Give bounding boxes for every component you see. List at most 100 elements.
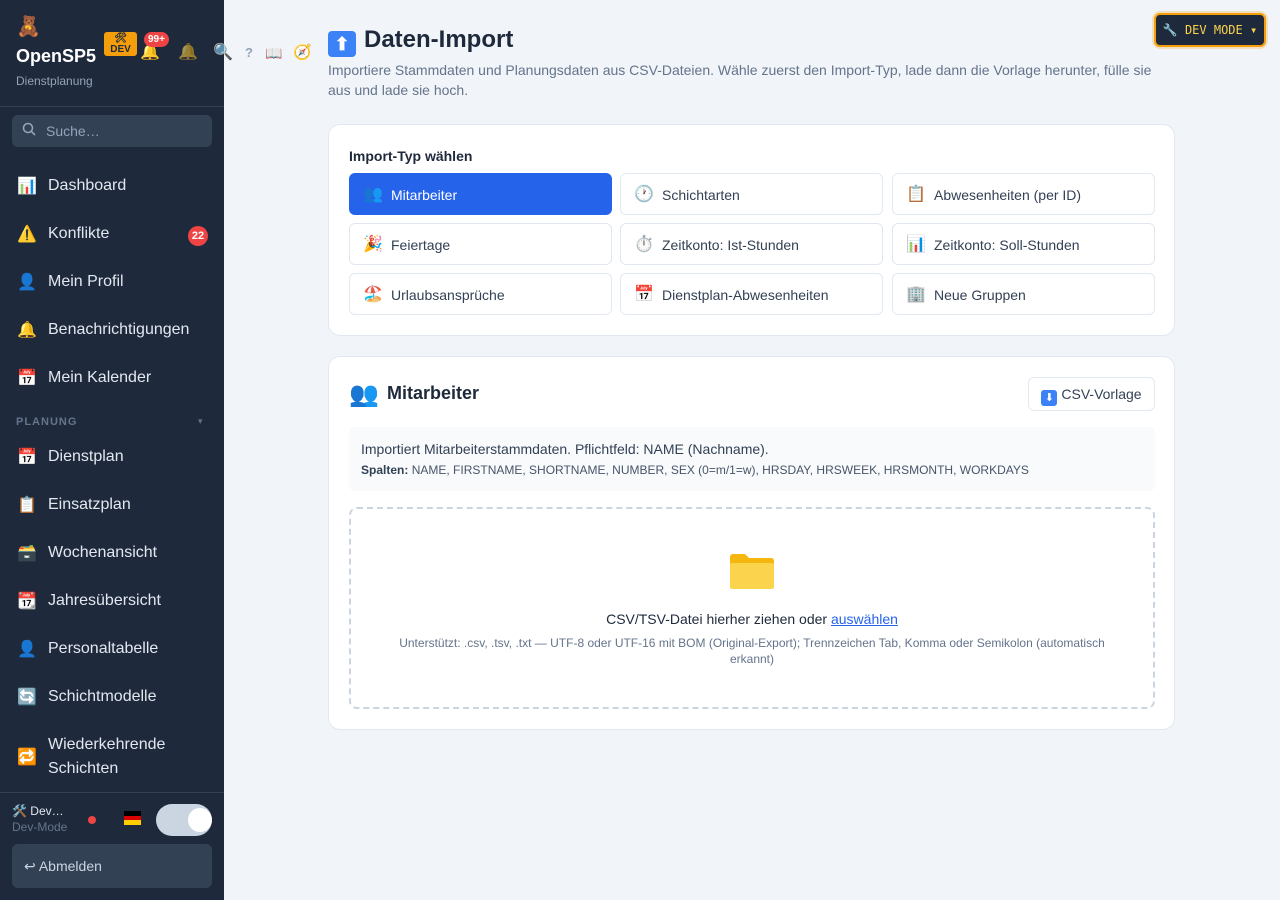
conflict-count-badge: 22 bbox=[188, 226, 208, 246]
chevron-down-icon[interactable]: ▾ bbox=[198, 416, 203, 427]
nav-label: Schichtmodelle bbox=[48, 688, 157, 705]
import-type-label: Zeitkonto: Soll-Stunden bbox=[934, 237, 1080, 253]
import-type-schichtarten[interactable]: 🕐 Schichtarten bbox=[620, 173, 883, 215]
nav-label: Mein Kalender bbox=[48, 369, 152, 386]
download-template-button[interactable]: ⬇ CSV-Vorlage bbox=[1028, 377, 1155, 411]
import-type-urlaubsansprueche[interactable]: 🏖️ Urlaubsansprüche bbox=[349, 273, 612, 315]
nav-item-personaltabelle[interactable]: 👤 Personaltabelle bbox=[0, 627, 224, 671]
calendar-icon: 📅 bbox=[634, 286, 654, 303]
import-type-feiertage[interactable]: 🎉 Feiertage bbox=[349, 223, 612, 265]
bell-outline-icon[interactable]: 🔔 bbox=[178, 40, 198, 66]
drop-hint: Unterstützt: .csv, .tsv, .txt — UTF-8 od… bbox=[399, 636, 1105, 666]
import-info-text: Importiert Mitarbeiterstammdaten. Pflich… bbox=[361, 441, 769, 457]
beach-icon: 🏖️ bbox=[363, 286, 383, 303]
nav-label: Benachrichtigungen bbox=[48, 321, 190, 338]
drop-instruction: CSV/TSV-Datei hierher ziehen oder auswäh… bbox=[351, 611, 1153, 627]
nav-item-jahresuebersicht[interactable]: 📆 Jahresübersicht bbox=[0, 579, 224, 623]
import-type-label: Schichtarten bbox=[662, 187, 740, 203]
theme-toggle[interactable] bbox=[156, 804, 212, 836]
search-placeholder: Suche… bbox=[46, 123, 100, 139]
drop-text: CSV/TSV-Datei hierher ziehen oder bbox=[606, 611, 828, 627]
nav-label: Einsatzplan bbox=[48, 496, 131, 513]
page-title: ⬆ Daten-Import bbox=[328, 26, 513, 57]
file-drop-zone[interactable]: CSV/TSV-Datei hierher ziehen oder auswäh… bbox=[349, 507, 1155, 709]
repeat-icon: 🔁 bbox=[17, 749, 37, 766]
current-user-role: Dev-Mode bbox=[12, 820, 68, 834]
import-type-abwesenheiten[interactable]: 📋 Abwesenheiten (per ID) bbox=[892, 173, 1155, 215]
download-template-label: CSV-Vorlage bbox=[1061, 386, 1142, 402]
nav-label: Dashboard bbox=[48, 177, 127, 194]
import-type-label: Neue Gruppen bbox=[934, 287, 1026, 303]
nav-item-konflikte[interactable]: ⚠️ Konflikte 22 bbox=[0, 212, 224, 256]
search-input[interactable]: Suche… bbox=[12, 115, 212, 147]
search-icon[interactable]: 🔍 bbox=[213, 40, 233, 66]
nav-label: Konflikte bbox=[48, 225, 110, 242]
columns-label: Spalten: bbox=[361, 463, 409, 477]
nav-item-mein-profil[interactable]: 👤 Mein Profil bbox=[0, 260, 224, 304]
german-flag-icon[interactable] bbox=[124, 811, 141, 825]
import-type-dienstplan-abwesenheiten[interactable]: 📅 Dienstplan-Abwesenheiten bbox=[620, 273, 883, 315]
nav-label: Jahresübersicht bbox=[48, 592, 161, 609]
import-type-label: Mitarbeiter bbox=[391, 187, 458, 203]
brand[interactable]: 🧸 OpenSP5 Dienstplanung bbox=[16, 16, 96, 88]
download-icon: ⬇ bbox=[1041, 390, 1058, 406]
nav-item-einsatzplan[interactable]: 📋 Einsatzplan bbox=[0, 483, 224, 527]
import-type-label: Zeitkonto: Ist-Stunden bbox=[662, 237, 799, 253]
nav-label: Wochenansicht bbox=[48, 544, 158, 561]
calendar-icon: 📅 bbox=[17, 370, 37, 387]
choose-file-link[interactable]: auswählen bbox=[831, 611, 898, 627]
help-icon[interactable]: ? bbox=[245, 40, 253, 66]
import-type-label: Abwesenheiten (per ID) bbox=[934, 187, 1082, 203]
logout-button[interactable]: ↩ Abmelden bbox=[12, 844, 212, 888]
current-user-name: 🛠️ Dev… bbox=[12, 804, 64, 818]
calendar-icon: 📅 bbox=[17, 449, 37, 466]
nav-label: Personaltabelle bbox=[48, 640, 159, 657]
app-subtitle: Dienstplanung bbox=[16, 74, 93, 88]
section-label-planung: PLANUNG bbox=[16, 416, 78, 428]
upload-arrow-icon: ⬆ bbox=[328, 31, 356, 57]
import-type-ist-stunden[interactable]: ⏱️ Zeitkonto: Ist-Stunden bbox=[620, 223, 883, 265]
nav-item-dashboard[interactable]: 📊 Dashboard bbox=[0, 164, 224, 208]
dev-mode-button[interactable]: 🔧 DEV MODE ▾ bbox=[1154, 13, 1266, 47]
import-type-label: Feiertage bbox=[391, 237, 451, 253]
nav-item-wiederkehrende-schichten[interactable]: 🔁 Wiederkehrende Schichten bbox=[0, 723, 224, 783]
user-icon: 👤 bbox=[17, 274, 37, 291]
chart-icon: 📊 bbox=[906, 236, 926, 253]
clipboard-icon: 📋 bbox=[906, 186, 926, 203]
toggle-knob bbox=[188, 808, 212, 832]
card-box-icon: 🗃️ bbox=[17, 545, 37, 562]
import-type-soll-stunden[interactable]: 📊 Zeitkonto: Soll-Stunden bbox=[892, 223, 1155, 265]
nav-item-dienstplan[interactable]: 📅 Dienstplan bbox=[0, 435, 224, 479]
nav-label: Wiederkehrende bbox=[48, 736, 166, 753]
import-type-card: Import-Typ wählen 👥 Mitarbeiter 🕐 Schich… bbox=[328, 124, 1175, 336]
nav-item-wochenansicht[interactable]: 🗃️ Wochenansicht bbox=[0, 531, 224, 575]
warning-icon: ⚠️ bbox=[17, 226, 37, 243]
selected-import-title: Mitarbeiter bbox=[387, 383, 480, 403]
compass-icon[interactable]: 🧭 bbox=[293, 40, 312, 66]
folder-icon bbox=[730, 554, 774, 589]
teddy-logo-icon: 🧸 bbox=[16, 16, 41, 38]
footer-divider bbox=[0, 792, 224, 793]
chart-icon: 📊 bbox=[17, 178, 37, 195]
sidebar: 🧸 OpenSP5 Dienstplanung 🛠 DEV 🔔 99+ 🔔 🔍 … bbox=[0, 0, 312, 900]
bell-icon: 🔔 bbox=[17, 322, 37, 339]
nav-item-schichtmodelle[interactable]: 🔄 Schichtmodelle bbox=[0, 675, 224, 719]
page-title-text: Daten-Import bbox=[364, 26, 514, 53]
import-type-label: Urlaubsansprüche bbox=[391, 287, 505, 303]
import-type-mitarbeiter[interactable]: 👥 Mitarbeiter bbox=[349, 173, 612, 215]
sidebar-divider bbox=[0, 106, 224, 107]
nav-item-mein-kalender[interactable]: 📅 Mein Kalender bbox=[0, 356, 224, 400]
import-upload-card: 👥 Mitarbeiter ⬇ CSV-Vorlage Importiert Mi… bbox=[328, 356, 1175, 730]
nav-label: Mein Profil bbox=[48, 273, 124, 290]
import-columns: Spalten: NAME, FIRSTNAME, SHORTNAME, NUM… bbox=[361, 463, 1029, 477]
page-description: Importiere Stammdaten und Planungsdaten … bbox=[328, 62, 1152, 98]
nav-item-benachrichtigungen[interactable]: 🔔 Benachrichtigungen bbox=[0, 308, 224, 352]
columns-list: NAME, FIRSTNAME, SHORTNAME, NUMBER, SEX … bbox=[411, 463, 1029, 477]
app-name: OpenSP5 bbox=[16, 46, 97, 66]
office-building-icon: 🏢 bbox=[906, 286, 926, 303]
stopwatch-icon: ⏱️ bbox=[634, 236, 654, 253]
book-icon[interactable]: 📖 bbox=[265, 40, 282, 66]
import-type-label: Dienstplan-Abwesenheiten bbox=[662, 287, 829, 303]
import-type-neue-gruppen[interactable]: 🏢 Neue Gruppen bbox=[892, 273, 1155, 315]
notification-badge: 99+ bbox=[144, 32, 169, 47]
